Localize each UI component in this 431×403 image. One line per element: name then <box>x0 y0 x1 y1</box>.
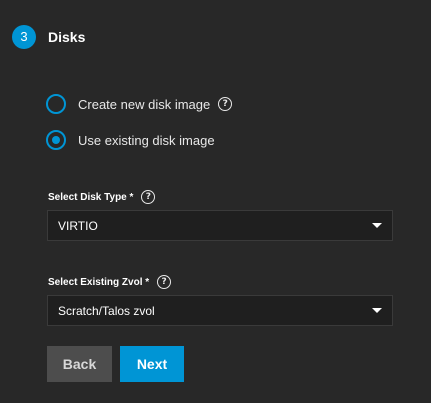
create-new-disk-label[interactable]: Create new disk image <box>78 97 210 112</box>
step-number-badge: 3 <box>12 25 36 49</box>
create-new-disk-option[interactable]: Create new disk image ? <box>46 93 233 115</box>
next-button[interactable]: Next <box>120 346 184 382</box>
help-icon[interactable]: ? <box>218 97 233 111</box>
caret-down-icon[interactable] <box>372 223 382 228</box>
zvol-label-row: Select Existing Zvol * ? <box>48 275 172 289</box>
step-header: 3 Disks <box>12 24 85 50</box>
zvol-value[interactable]: Scratch/Talos zvol <box>58 304 372 318</box>
disk-type-value[interactable]: VIRTIO <box>58 219 372 233</box>
help-icon[interactable]: ? <box>141 190 156 204</box>
back-button[interactable]: Back <box>47 346 112 382</box>
use-existing-disk-radio[interactable] <box>46 130 66 150</box>
use-existing-disk-label[interactable]: Use existing disk image <box>78 133 215 148</box>
create-new-disk-radio[interactable] <box>46 94 66 114</box>
disk-type-label-row: Select Disk Type * ? <box>48 190 156 204</box>
caret-down-icon[interactable] <box>372 308 382 313</box>
disks-step-panel: 3 Disks Create new disk image ? Use exis… <box>0 0 431 403</box>
help-icon[interactable]: ? <box>157 275 172 289</box>
use-existing-disk-option[interactable]: Use existing disk image <box>46 129 215 151</box>
disk-type-select[interactable]: VIRTIO <box>47 210 393 241</box>
step-title: Disks <box>48 29 86 45</box>
disk-type-label: Select Disk Type * <box>48 191 134 203</box>
zvol-select[interactable]: Scratch/Talos zvol <box>47 295 393 326</box>
zvol-label: Select Existing Zvol * <box>48 276 150 288</box>
